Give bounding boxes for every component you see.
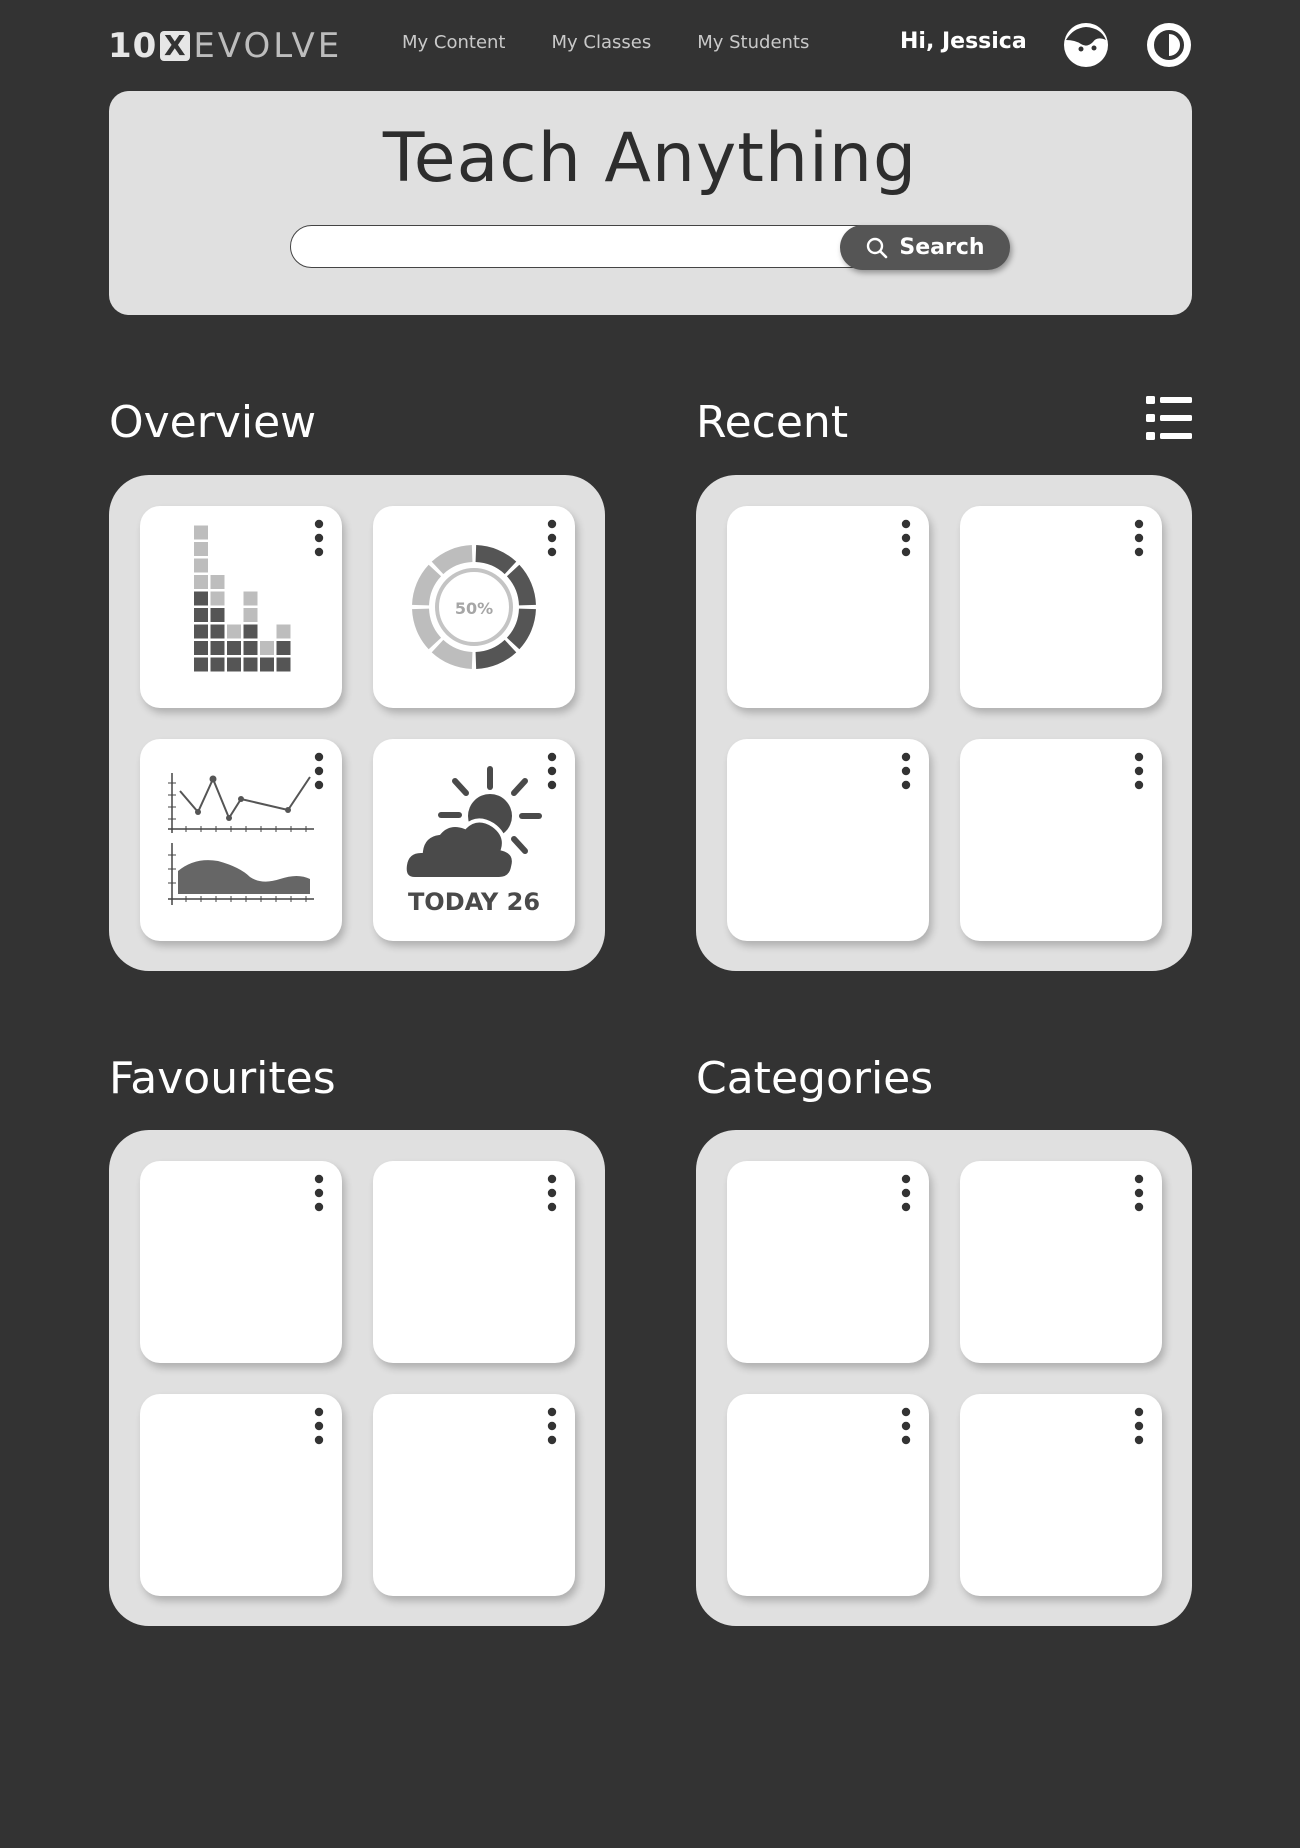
recent-card[interactable] xyxy=(960,506,1162,708)
more-options-icon[interactable] xyxy=(545,518,559,558)
more-options-icon[interactable] xyxy=(312,751,326,791)
more-options-icon[interactable] xyxy=(1132,1406,1146,1446)
search-button-label: Search xyxy=(899,235,985,260)
recent-card[interactable] xyxy=(960,739,1162,941)
bar-block xyxy=(260,657,274,672)
recent-card[interactable] xyxy=(727,739,929,941)
nav-my-content[interactable]: My Content xyxy=(402,30,506,56)
weather-card[interactable]: TODAY 26 xyxy=(373,739,575,941)
donut-chart-card[interactable]: 50% xyxy=(373,506,575,708)
overview-title: Overview xyxy=(109,397,317,448)
more-options-icon[interactable] xyxy=(1132,518,1146,558)
list-view-icon[interactable] xyxy=(1146,396,1192,440)
bar-block xyxy=(243,657,258,672)
brand-logo[interactable]: 10 X EVOLVE xyxy=(108,26,342,66)
more-options-icon[interactable] xyxy=(899,1173,913,1213)
bar-block xyxy=(243,591,258,606)
overview-panel: 50% TODAY 26 xyxy=(109,475,605,971)
bar-block xyxy=(194,575,208,589)
bar-block xyxy=(210,575,225,589)
bar-block xyxy=(210,608,225,622)
favourite-card[interactable] xyxy=(373,1161,575,1363)
favourite-card[interactable] xyxy=(373,1394,575,1596)
bar-block xyxy=(227,641,241,655)
more-options-icon[interactable] xyxy=(312,1406,326,1446)
donut-percent-label: 50% xyxy=(455,599,493,618)
bar-block xyxy=(210,591,225,606)
more-options-icon[interactable] xyxy=(545,1406,559,1446)
recent-card[interactable] xyxy=(727,506,929,708)
logo-suffix: EVOLVE xyxy=(193,26,343,66)
favourites-title: Favourites xyxy=(109,1053,336,1104)
more-options-icon[interactable] xyxy=(1132,1173,1146,1213)
bar-block xyxy=(243,608,258,622)
category-card[interactable] xyxy=(960,1161,1162,1363)
category-card[interactable] xyxy=(960,1394,1162,1596)
bar-block xyxy=(194,624,208,639)
bar-block xyxy=(194,558,208,573)
line-chart-card[interactable] xyxy=(140,739,342,941)
more-options-icon[interactable] xyxy=(312,1173,326,1213)
recent-title: Recent xyxy=(696,397,849,448)
logo-prefix: 10 xyxy=(108,26,158,66)
categories-title: Categories xyxy=(696,1053,934,1104)
bar-block xyxy=(194,542,208,556)
bar-block xyxy=(210,624,225,639)
search-button[interactable]: Search xyxy=(840,225,1010,270)
main-nav: My Content My Classes My Students xyxy=(402,30,855,56)
nav-my-students[interactable]: My Students xyxy=(697,30,809,56)
favourites-panel xyxy=(109,1130,605,1626)
more-options-icon[interactable] xyxy=(545,751,559,791)
category-card[interactable] xyxy=(727,1161,929,1363)
bar-block xyxy=(210,657,225,672)
bar-block xyxy=(194,641,208,655)
bar-block xyxy=(243,624,258,639)
more-options-icon[interactable] xyxy=(899,518,913,558)
bar-block xyxy=(194,657,208,672)
bar-block xyxy=(276,657,291,672)
more-options-icon[interactable] xyxy=(899,1406,913,1446)
logo-x-mark: X xyxy=(160,31,191,61)
categories-panel xyxy=(696,1130,1192,1626)
hero-title: Teach Anything xyxy=(382,119,918,198)
favourite-card[interactable] xyxy=(140,1394,342,1596)
bar-block xyxy=(210,641,225,655)
search-bar: Search xyxy=(290,225,1010,270)
more-options-icon[interactable] xyxy=(1132,751,1146,791)
bar-chart-card[interactable] xyxy=(140,506,342,708)
more-options-icon[interactable] xyxy=(545,1173,559,1213)
more-options-icon[interactable] xyxy=(899,751,913,791)
bar-block xyxy=(194,591,208,606)
bar-block xyxy=(194,608,208,622)
bar-block xyxy=(227,624,241,639)
recent-panel xyxy=(696,475,1192,971)
nav-my-classes[interactable]: My Classes xyxy=(552,30,652,56)
bar-block xyxy=(276,624,291,639)
bar-block xyxy=(260,641,274,655)
weather-today-label: TODAY 26 xyxy=(407,888,541,916)
bar-block xyxy=(243,641,258,655)
search-icon xyxy=(867,237,888,258)
bar-block xyxy=(227,657,241,672)
favourite-card[interactable] xyxy=(140,1161,342,1363)
user-greeting: Hi, Jessica xyxy=(900,29,1027,54)
avatar-icon[interactable] xyxy=(1063,22,1109,68)
bar-block xyxy=(194,525,208,540)
theme-toggle-icon[interactable] xyxy=(1146,22,1192,68)
more-options-icon[interactable] xyxy=(312,518,326,558)
bar-block xyxy=(276,641,291,655)
category-card[interactable] xyxy=(727,1394,929,1596)
